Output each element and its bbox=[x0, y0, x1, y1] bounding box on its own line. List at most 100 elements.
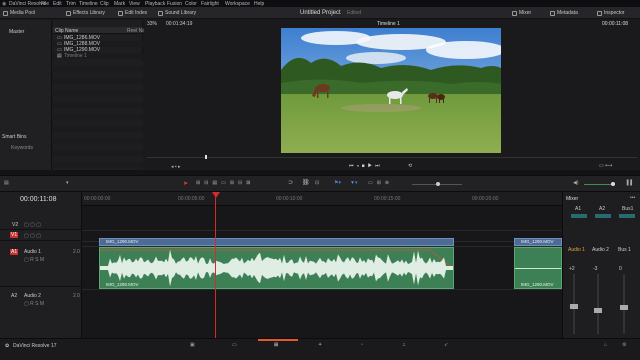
effects-library-button[interactable]: Effects Library bbox=[66, 7, 105, 19]
ruler-tick: 00:00:15:00 bbox=[374, 196, 401, 202]
track-controls-icons[interactable]: ▢ R S M bbox=[24, 301, 44, 307]
audio-clip[interactable]: IMG_1290.MOV bbox=[99, 247, 454, 289]
column-reel-name[interactable]: Reel Na bbox=[127, 28, 145, 34]
viewer-options-icon[interactable]: ▭ ⟷ bbox=[599, 163, 612, 169]
channel-eq-a2[interactable] bbox=[595, 214, 611, 218]
mixer-channel-name[interactable]: Bus 1 bbox=[618, 247, 631, 253]
mixer-options-icon[interactable]: ••• bbox=[630, 195, 635, 201]
track-controls-icons[interactable]: ▢ ▢ ▢ bbox=[24, 222, 41, 228]
playhead[interactable] bbox=[215, 192, 216, 338]
link-icon[interactable]: ⛓ bbox=[302, 179, 310, 186]
video-clip[interactable]: IMG_1290.MOV bbox=[99, 238, 454, 246]
ruler-tick: 00:00:20:00 bbox=[472, 196, 499, 202]
scrubber-handle[interactable] bbox=[205, 155, 207, 159]
fader-a2[interactable] bbox=[594, 308, 602, 313]
mixer-channel-name[interactable]: Audio 1 bbox=[568, 247, 585, 253]
mixer-db-readout: -3 bbox=[593, 266, 598, 272]
metadata-button[interactable]: Metadata bbox=[550, 7, 578, 19]
mixer-channel-label: Bus1 bbox=[622, 206, 634, 212]
flag-icon[interactable]: ⚑▾ bbox=[334, 180, 341, 186]
track-header-a2[interactable]: A2 Audio 2 2.0 ▢ R S M bbox=[0, 292, 82, 332]
ruler-tick: 00:00:05:00 bbox=[178, 196, 205, 202]
marker-icon[interactable]: ▼▾ bbox=[350, 180, 357, 186]
volume-slider[interactable] bbox=[584, 184, 614, 185]
media-pool-button[interactable]: Media Pool bbox=[3, 7, 35, 19]
viewer-timeline-name[interactable]: Timeline 1 bbox=[377, 21, 400, 27]
track-header-v2[interactable]: V2 ▢ ▢ ▢ bbox=[0, 219, 82, 230]
bin-master[interactable]: Master bbox=[9, 29, 24, 35]
audio-clip[interactable]: IMG_1290.MOV bbox=[514, 247, 562, 289]
position-lock-icon[interactable]: ⊡ bbox=[315, 180, 319, 186]
ruler-tick: 00:00:00:00 bbox=[84, 196, 111, 202]
timeline-options-icon[interactable]: ▾ bbox=[66, 180, 69, 186]
page-color-icon[interactable]: ◔ bbox=[360, 342, 363, 348]
inspector-button[interactable]: Inspector bbox=[597, 7, 625, 19]
home-icon[interactable]: ⌂ bbox=[604, 342, 607, 348]
track-header-v1[interactable]: V1 ▢ ▢ ▢ bbox=[0, 230, 82, 241]
mixer-icon bbox=[512, 10, 517, 16]
edit-index-button[interactable]: Edit Index bbox=[118, 7, 147, 19]
effects-icon bbox=[66, 10, 71, 16]
smart-bin-keywords[interactable]: Keywords bbox=[11, 145, 33, 151]
track-divider bbox=[82, 230, 562, 231]
page-edit-icon[interactable]: ⊞ bbox=[274, 342, 278, 348]
track-divider bbox=[82, 289, 562, 290]
mixer-button[interactable]: Mixer bbox=[512, 7, 531, 19]
timeline-ruler[interactable]: 00:00:00:00 00:00:05:00 00:00:10:00 00:0… bbox=[82, 192, 562, 206]
mixer-panel: Mixer ••• A1 A2 Bus1 Audio 1 Audio 2 Bus… bbox=[562, 192, 640, 338]
page-deliver-icon[interactable]: ➶ bbox=[444, 342, 448, 348]
page-cut-icon[interactable]: ▭ bbox=[232, 342, 237, 348]
timeline-toolbar: ▤ ▾ ➤ ⊞⊟▤▭⊞⊟⊠ ⊃ ⛓ ⊡ ⚑▾ ▼▾ ▭⊞⊕ ◀) ▐▐ bbox=[0, 175, 640, 192]
resolve-logo-icon: ✿ bbox=[5, 343, 10, 349]
bin-panel: Master Smart Bins Keywords bbox=[0, 20, 52, 170]
inspector-icon bbox=[597, 10, 602, 16]
mixer-channel-name[interactable]: Audio 2 bbox=[592, 247, 609, 253]
menu-bar: ◉ DaVinci Resolve File Edit Trim Timelin… bbox=[0, 0, 640, 7]
timeline-view-options-icon[interactable]: ▤ bbox=[4, 180, 9, 186]
playhead-handle[interactable] bbox=[212, 192, 220, 198]
list-item[interactable]: ▤ Timeline 1 bbox=[53, 53, 143, 59]
media-pool-icon bbox=[3, 10, 8, 16]
list-empty-rows bbox=[53, 60, 143, 170]
snapping-icon[interactable]: ⊃ bbox=[288, 179, 293, 186]
zoom-level[interactable]: 33% bbox=[147, 21, 157, 27]
track-header-a1[interactable]: A1 Audio 1 2.0 ▢ R S M bbox=[0, 247, 82, 287]
project-title: Untitled Project bbox=[300, 10, 341, 16]
timeline-tracks[interactable]: 00:00:00:00 00:00:05:00 00:00:10:00 00:0… bbox=[82, 192, 562, 338]
speaker-icon[interactable]: ◀) bbox=[573, 180, 579, 186]
track-name-a2[interactable]: Audio 2 bbox=[24, 293, 41, 299]
fader-track-a2 bbox=[597, 274, 599, 334]
page-fairlight-icon[interactable]: ♫ bbox=[402, 342, 406, 348]
track-controls-icons[interactable]: ▢ R S M bbox=[24, 257, 44, 263]
video-clip[interactable]: IMG_1290.MOV bbox=[514, 238, 562, 246]
track-name-a1[interactable]: Audio 1 bbox=[24, 249, 41, 255]
page-fusion-icon[interactable]: ✦ bbox=[318, 342, 322, 348]
trim-tools-icons[interactable]: ⊞⊟▤▭⊞⊟⊠ bbox=[196, 180, 254, 186]
selection-tool-icon[interactable]: ➤ bbox=[183, 180, 188, 187]
sound-library-button[interactable]: Sound Library bbox=[158, 7, 196, 19]
go-to-start-button[interactable] bbox=[350, 163, 356, 169]
channel-eq-a1[interactable] bbox=[571, 214, 587, 218]
fader-bus1[interactable] bbox=[620, 305, 628, 310]
video-frame[interactable] bbox=[281, 28, 501, 153]
settings-icon[interactable]: ⚙ bbox=[622, 342, 626, 348]
meter-icon[interactable]: ▐▐ bbox=[625, 180, 632, 186]
track-controls-icons[interactable]: ▢ ▢ ▢ bbox=[24, 233, 41, 239]
zoom-slider-handle[interactable] bbox=[436, 182, 440, 186]
mixer-title: Mixer bbox=[566, 196, 579, 202]
zoom-tools-icons[interactable]: ▭⊞⊕ bbox=[368, 180, 393, 186]
channel-eq-bus1[interactable] bbox=[619, 214, 635, 218]
loop-icon[interactable]: ⟲ bbox=[408, 163, 412, 169]
media-pool-list: Clip Name Reel Na ▭ IMG_1286.MOV ▭ IMG_128… bbox=[53, 20, 145, 170]
volume-handle[interactable] bbox=[611, 182, 615, 186]
track-level-a1: 2.0 bbox=[73, 249, 80, 255]
viewer-scrubber[interactable] bbox=[147, 157, 637, 158]
fader-a1[interactable] bbox=[570, 304, 578, 309]
metadata-icon bbox=[550, 10, 555, 16]
app-name: DaVinci Resolve 17 bbox=[13, 343, 57, 349]
active-page-indicator bbox=[258, 339, 298, 341]
column-clip-name[interactable]: Clip Name bbox=[55, 28, 78, 34]
source-timecode: 00:01:34:19 bbox=[166, 21, 193, 27]
page-media-icon[interactable]: ▣ bbox=[190, 342, 195, 348]
track-headers: 00:00:11:08 V2 ▢ ▢ ▢ V1 ▢ ▢ ▢ A1 Audio 1… bbox=[0, 192, 82, 338]
